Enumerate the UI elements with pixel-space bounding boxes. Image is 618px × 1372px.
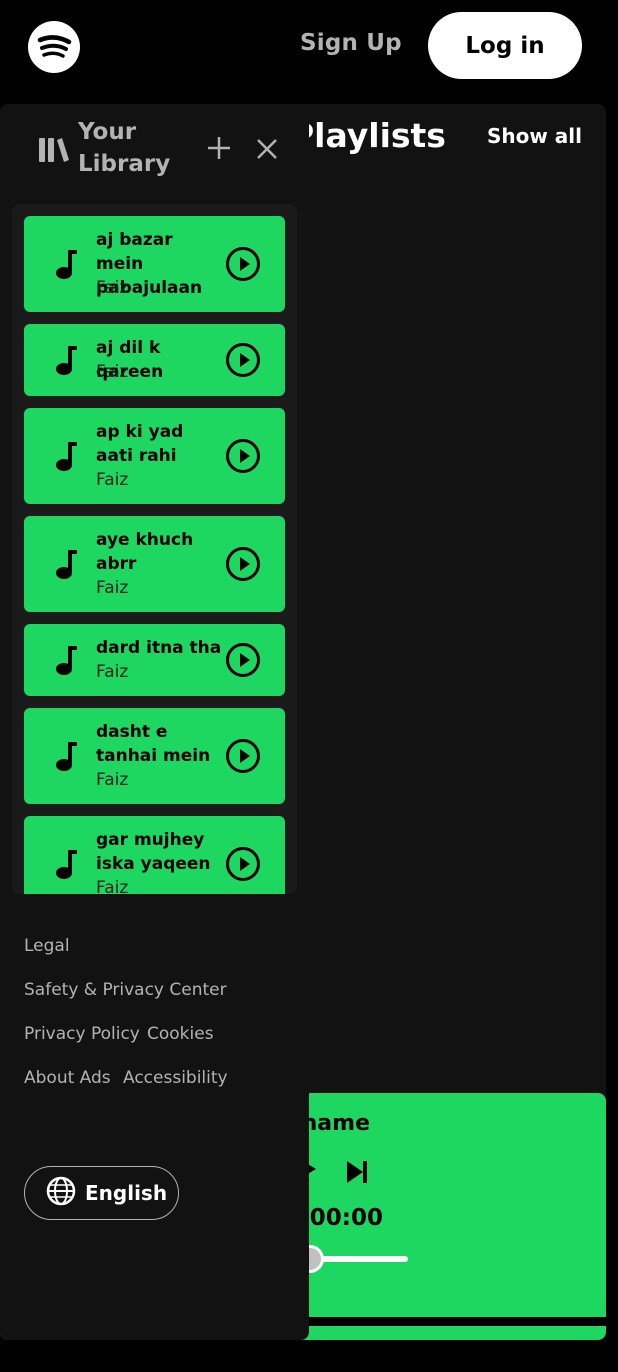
song-title: gar mujhey iska yaqeen xyxy=(96,830,211,874)
song-artist: Faiz xyxy=(96,770,129,790)
song-title: aye khuch abrr xyxy=(96,530,194,574)
play-circle-icon[interactable] xyxy=(226,247,260,281)
song-title: dard itna tha xyxy=(96,638,222,658)
library-title[interactable]: Your Library xyxy=(78,116,188,180)
library-song-list[interactable]: aj bazar mein pabajulaan Faiz aj dil k q… xyxy=(12,204,297,894)
language-button[interactable]: English xyxy=(24,1166,179,1220)
footer-link-legal[interactable]: Legal xyxy=(24,936,70,956)
language-label: English xyxy=(85,1181,168,1205)
signup-button[interactable]: Sign Up xyxy=(300,30,402,56)
footer-link-safety[interactable]: Safety & Privacy Center xyxy=(24,980,227,1000)
play-circle-icon[interactable] xyxy=(226,343,260,377)
music-note-icon xyxy=(54,248,78,284)
song-item[interactable]: aj dil k qareen Faiz xyxy=(24,324,285,396)
song-item[interactable]: dasht e tanhai mein Faiz xyxy=(24,708,285,804)
song-artist: Faiz xyxy=(96,362,129,382)
library-icon xyxy=(38,134,70,168)
play-circle-icon[interactable] xyxy=(226,547,260,581)
song-item[interactable]: aye khuch abrr Faiz xyxy=(24,516,285,612)
login-button[interactable]: Log in xyxy=(428,12,582,79)
song-artist: Faiz xyxy=(96,278,129,298)
song-item[interactable]: aj bazar mein pabajulaan Faiz xyxy=(24,216,285,312)
play-circle-icon[interactable] xyxy=(226,847,260,881)
song-item[interactable]: gar mujhey iska yaqeen Faiz xyxy=(24,816,285,894)
song-artist: Faiz xyxy=(96,878,129,894)
song-artist: Faiz xyxy=(96,470,129,490)
music-note-icon xyxy=(54,440,78,476)
top-bar: Sign Up Log in xyxy=(0,0,618,96)
song-title: dasht e tanhai mein xyxy=(96,722,211,766)
skip-next-icon[interactable] xyxy=(345,1159,369,1189)
play-circle-icon[interactable] xyxy=(226,439,260,473)
music-note-icon xyxy=(54,548,78,584)
footer-link-ads[interactable]: About Ads xyxy=(24,1068,111,1088)
footer-link-cookies[interactable]: Cookies xyxy=(147,1024,214,1044)
song-artist: Faiz xyxy=(96,578,129,598)
song-item[interactable]: dard itna tha Faiz xyxy=(24,624,285,696)
library-header: Your Library xyxy=(0,104,309,200)
library-drawer: Your Library aj bazar mein pabajulaan Fa… xyxy=(0,104,309,1340)
close-icon[interactable] xyxy=(254,136,280,166)
play-circle-icon[interactable] xyxy=(226,643,260,677)
song-artist: Faiz xyxy=(96,662,129,682)
music-note-icon xyxy=(54,344,78,380)
show-all-link[interactable]: Show all xyxy=(487,124,582,148)
footer-link-privacy[interactable]: Privacy Policy xyxy=(24,1024,140,1044)
music-note-icon xyxy=(54,644,78,680)
section-title: Playlists xyxy=(290,116,446,155)
plus-icon[interactable] xyxy=(205,134,233,166)
song-title: ap ki yad aati rahi xyxy=(96,422,184,466)
play-circle-icon[interactable] xyxy=(226,739,260,773)
song-item[interactable]: ap ki yad aati rahi Faiz xyxy=(24,408,285,504)
spotify-logo-icon[interactable] xyxy=(28,21,80,73)
music-note-icon xyxy=(54,740,78,776)
music-note-icon xyxy=(54,848,78,884)
globe-icon xyxy=(45,1175,77,1211)
footer-link-accessibility[interactable]: Accessibility xyxy=(123,1068,228,1088)
